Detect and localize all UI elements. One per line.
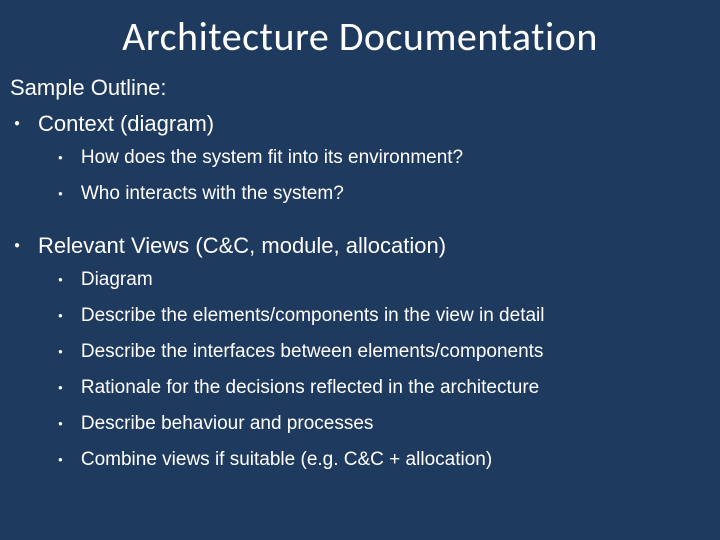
- list-item-label: How does the system fit into its environ…: [81, 147, 463, 169]
- outline-list: ● Context (diagram) ● How does the syste…: [0, 111, 720, 491]
- bullet-icon: ●: [14, 119, 20, 129]
- list-item: ● Context (diagram) ● How does the syste…: [14, 111, 710, 225]
- list-item-label: Describe behaviour and processes: [81, 413, 374, 435]
- bullet-icon: ●: [58, 348, 63, 356]
- list-item-row: ● Relevant Views (C&C, module, allocatio…: [14, 233, 710, 259]
- sub-list: ● Diagram ● Describe the elements/compon…: [14, 269, 710, 485]
- bullet-icon: ●: [58, 276, 63, 284]
- list-item: ● Relevant Views (C&C, module, allocatio…: [14, 233, 710, 491]
- list-item-label: Rationale for the decisions reflected in…: [81, 377, 539, 399]
- list-item: ● Who interacts with the system?: [58, 183, 710, 205]
- bullet-icon: ●: [58, 312, 63, 320]
- list-item: ● Rationale for the decisions reflected …: [58, 377, 710, 399]
- sub-list: ● How does the system fit into its envir…: [14, 147, 710, 219]
- list-item-label: Relevant Views (C&C, module, allocation): [38, 233, 446, 259]
- slide: Architecture Documentation Sample Outlin…: [0, 0, 720, 540]
- list-item: ● Describe the elements/components in th…: [58, 305, 710, 327]
- outline-subhead: Sample Outline:: [0, 75, 720, 101]
- list-item-label: Describe the interfaces between elements…: [81, 341, 544, 363]
- bullet-icon: ●: [58, 384, 63, 392]
- bullet-icon: ●: [58, 190, 63, 198]
- list-item-label: Describe the elements/components in the …: [81, 305, 545, 327]
- bullet-icon: ●: [58, 456, 63, 464]
- list-item-label: Who interacts with the system?: [81, 183, 344, 205]
- list-item: ● Diagram: [58, 269, 710, 291]
- list-item-row: ● Context (diagram): [14, 111, 710, 137]
- bullet-icon: ●: [58, 420, 63, 428]
- list-item: ● Describe behaviour and processes: [58, 413, 710, 435]
- list-item-label: Diagram: [81, 269, 153, 291]
- slide-title: Architecture Documentation: [0, 0, 720, 75]
- bullet-icon: ●: [14, 241, 20, 251]
- list-item: ● Combine views if suitable (e.g. C&C + …: [58, 449, 710, 471]
- list-item-label: Combine views if suitable (e.g. C&C + al…: [81, 449, 492, 471]
- bullet-icon: ●: [58, 154, 63, 162]
- list-item: ● Describe the interfaces between elemen…: [58, 341, 710, 363]
- list-item: ● How does the system fit into its envir…: [58, 147, 710, 169]
- list-item-label: Context (diagram): [38, 111, 214, 137]
